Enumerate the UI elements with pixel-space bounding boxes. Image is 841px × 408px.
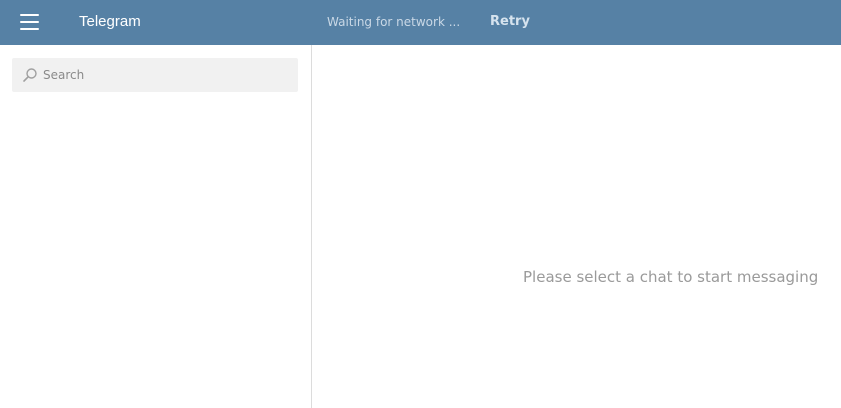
search-input[interactable]: [43, 58, 288, 92]
retry-button[interactable]: Retry: [490, 14, 530, 30]
app-title: Telegram: [79, 13, 141, 30]
chat-list-sidebar: [0, 45, 312, 408]
search-icon: [23, 68, 37, 82]
telegram-window: Telegram Waiting for network ... Retry P…: [0, 0, 841, 408]
top-bar: Telegram Waiting for network ... Retry: [0, 0, 841, 45]
search-box[interactable]: [12, 58, 298, 92]
empty-chat-message: Please select a chat to start messaging: [523, 268, 819, 286]
chat-area: Please select a chat to start messaging: [312, 45, 841, 408]
connection-status: Waiting for network ...: [327, 15, 461, 29]
hamburger-menu-icon[interactable]: [20, 14, 40, 31]
